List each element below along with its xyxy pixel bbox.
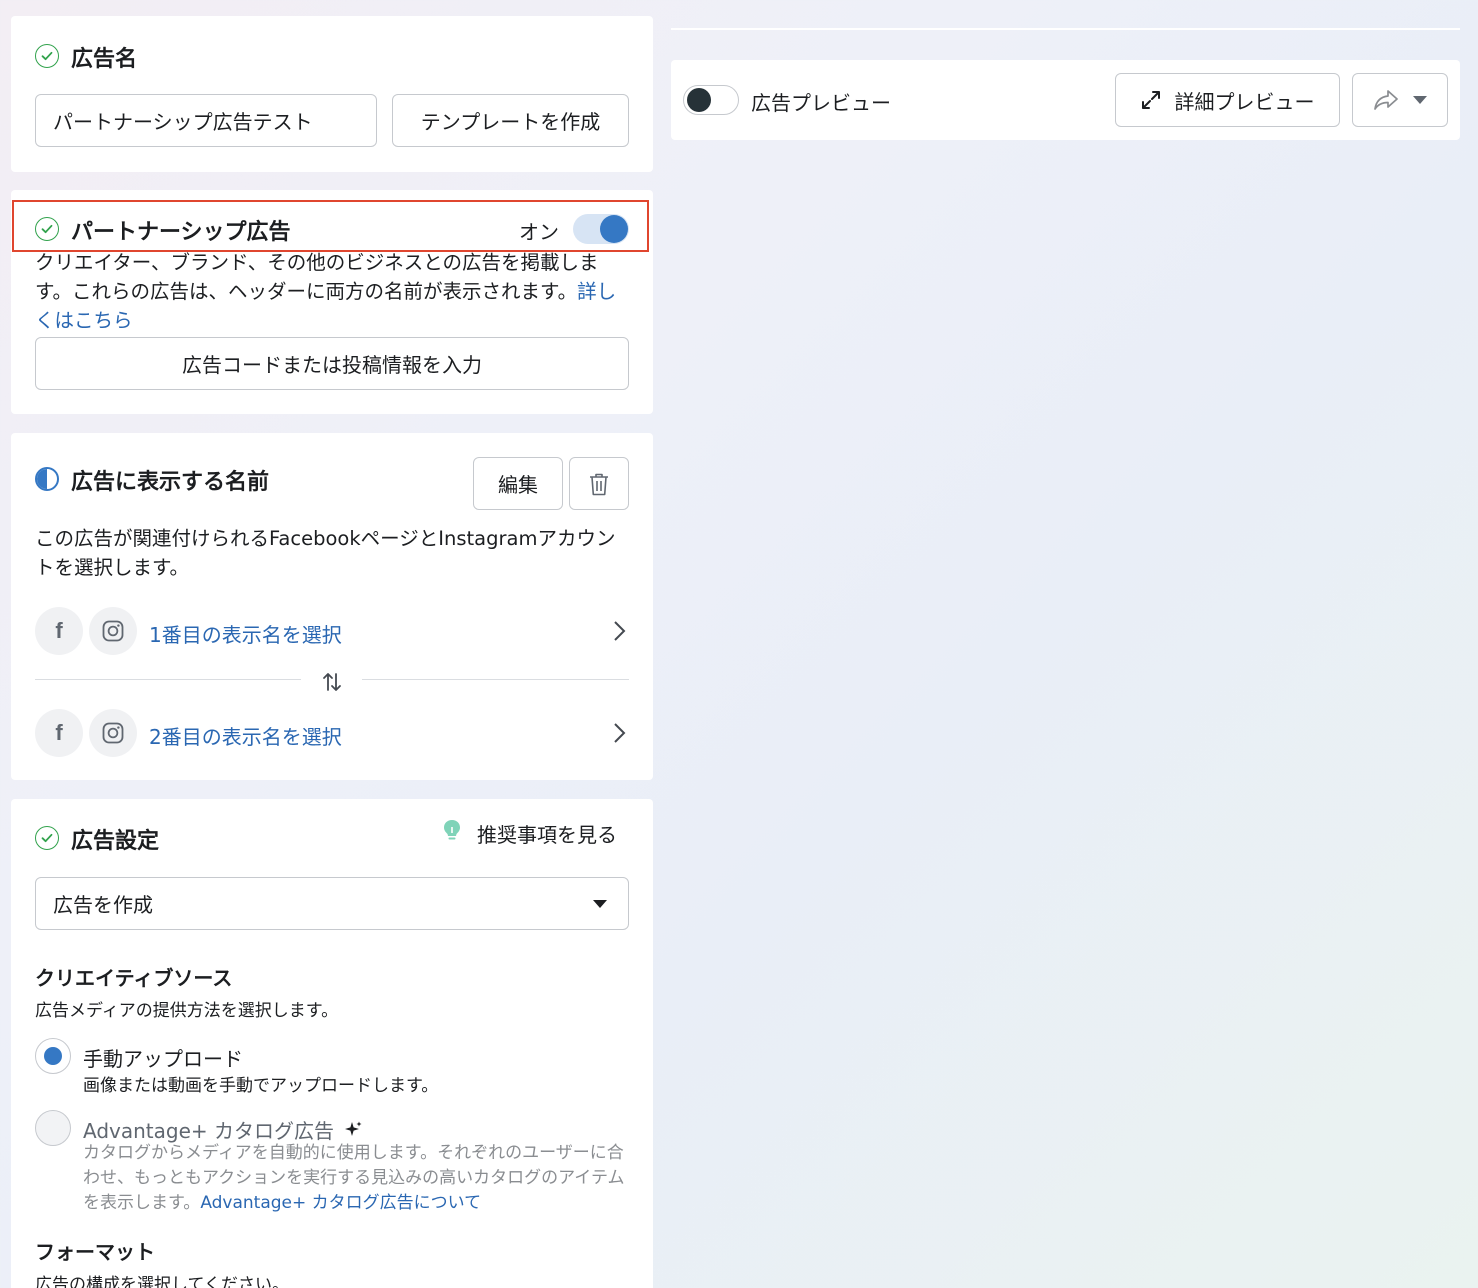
partnership-ad-card: パートナーシップ広告 オン クリエイター、ブランド、その他のビジネスとの広告を掲… <box>11 190 653 414</box>
partnership-toggle[interactable] <box>573 214 629 244</box>
divider-right <box>362 679 629 680</box>
radio-dot <box>44 1047 62 1065</box>
manual-upload-radio[interactable] <box>35 1038 71 1074</box>
preview-toggle[interactable] <box>683 85 739 115</box>
ad-name-title: 広告名 <box>71 47 138 72</box>
expand-icon <box>1141 91 1160 109</box>
format-desc: 広告の構成を選択してください。 <box>35 1275 289 1288</box>
swap-arrows-icon[interactable] <box>320 670 344 694</box>
recommendations-link[interactable]: 推奨事項を見る <box>477 819 617 848</box>
manual-upload-desc: 画像または動画を手動でアップロードします。 <box>83 1076 439 1096</box>
check-circle-icon <box>35 44 59 68</box>
partnership-ad-title: パートナーシップ広告 <box>71 220 291 245</box>
advantage-catalog-label-row[interactable]: Advantage+ カタログ広告 <box>83 1115 362 1144</box>
instagram-icon <box>102 620 124 642</box>
display-name-description: この広告が関連付けられるFacebookページとInstagramアカウントを選… <box>35 527 616 579</box>
creative-source-desc: 広告メディアの提供方法を選択します。 <box>35 1001 339 1021</box>
manual-upload-label[interactable]: 手動アップロード <box>83 1043 243 1072</box>
chevron-right-icon[interactable] <box>611 721 627 745</box>
detail-preview-button[interactable]: 詳細プレビュー <box>1115 73 1340 127</box>
preview-top-divider <box>671 28 1460 30</box>
create-template-button[interactable]: テンプレートを作成 <box>392 94 629 147</box>
facebook-icon: f <box>55 720 63 745</box>
enter-ad-code-button[interactable]: 広告コードまたは投稿情報を入力 <box>35 337 629 390</box>
creative-source-title: クリエイティブソース <box>35 966 233 990</box>
display-name-card: 広告に表示する名前 編集 この広告が関連付けられるFacebookページとIns… <box>11 433 653 780</box>
advantage-catalog-label: Advantage+ カタログ広告 <box>83 1119 335 1143</box>
caret-down-icon <box>593 900 607 908</box>
chevron-right-icon[interactable] <box>611 619 627 643</box>
instagram-icon <box>102 722 124 744</box>
advantage-catalog-link[interactable]: Advantage+ カタログ広告について <box>200 1193 481 1213</box>
facebook-icon: f <box>55 618 63 643</box>
preview-bar: 広告プレビュー 詳細プレビュー <box>671 60 1460 140</box>
toggle-knob <box>687 88 711 112</box>
ad-settings-title: 広告設定 <box>71 829 160 854</box>
lightbulb-icon <box>444 820 460 840</box>
first-display-name-link[interactable]: 1番目の表示名を選択 <box>149 619 342 648</box>
ad-type-dropdown[interactable]: 広告を作成 <box>35 877 629 930</box>
share-dropdown-button[interactable] <box>1352 73 1448 127</box>
ad-name-card: 広告名 パートナーシップ広告テスト テンプレートを作成 <box>11 16 653 172</box>
delete-button[interactable] <box>569 457 629 510</box>
toggle-knob <box>600 215 628 243</box>
check-circle-icon <box>35 217 59 241</box>
second-display-name-link[interactable]: 2番目の表示名を選択 <box>149 721 342 750</box>
sparkle-icon <box>345 1121 362 1136</box>
facebook-icon-wrap: f <box>35 607 83 655</box>
partnership-description: クリエイター、ブランド、その他のビジネスとの広告を掲載します。これらの広告は、ヘ… <box>35 248 629 335</box>
check-circle-icon <box>35 826 59 850</box>
advantage-catalog-desc: カタログからメディアを自動的に使用します。それぞれのユーザーに合わせ、もっともア… <box>83 1141 631 1216</box>
advantage-catalog-radio[interactable] <box>35 1110 71 1146</box>
ad-settings-card: 広告設定 推奨事項を見る 広告を作成 クリエイティブソース 広告メディアの提供方… <box>11 799 653 1288</box>
facebook-icon-wrap: f <box>35 709 83 757</box>
description-text: クリエイター、ブランド、その他のビジネスとの広告を掲載します。これらの広告は、ヘ… <box>35 251 599 303</box>
instagram-icon-wrap <box>89 709 137 757</box>
preview-toggle-label: 広告プレビュー <box>751 91 891 115</box>
edit-button[interactable]: 編集 <box>473 457 563 510</box>
share-icon <box>1374 90 1398 110</box>
format-title: フォーマット <box>35 1240 155 1264</box>
caret-down-icon <box>1413 96 1427 104</box>
half-circle-icon <box>35 467 59 491</box>
detail-preview-label: 詳細プレビュー <box>1174 89 1315 114</box>
dropdown-value: 広告を作成 <box>53 893 153 917</box>
trash-icon <box>590 473 608 495</box>
toggle-status-label: オン <box>519 220 559 244</box>
divider-left <box>35 679 301 680</box>
instagram-icon-wrap <box>89 607 137 655</box>
display-name-title: 広告に表示する名前 <box>71 470 270 495</box>
ad-name-input[interactable]: パートナーシップ広告テスト <box>35 94 377 147</box>
